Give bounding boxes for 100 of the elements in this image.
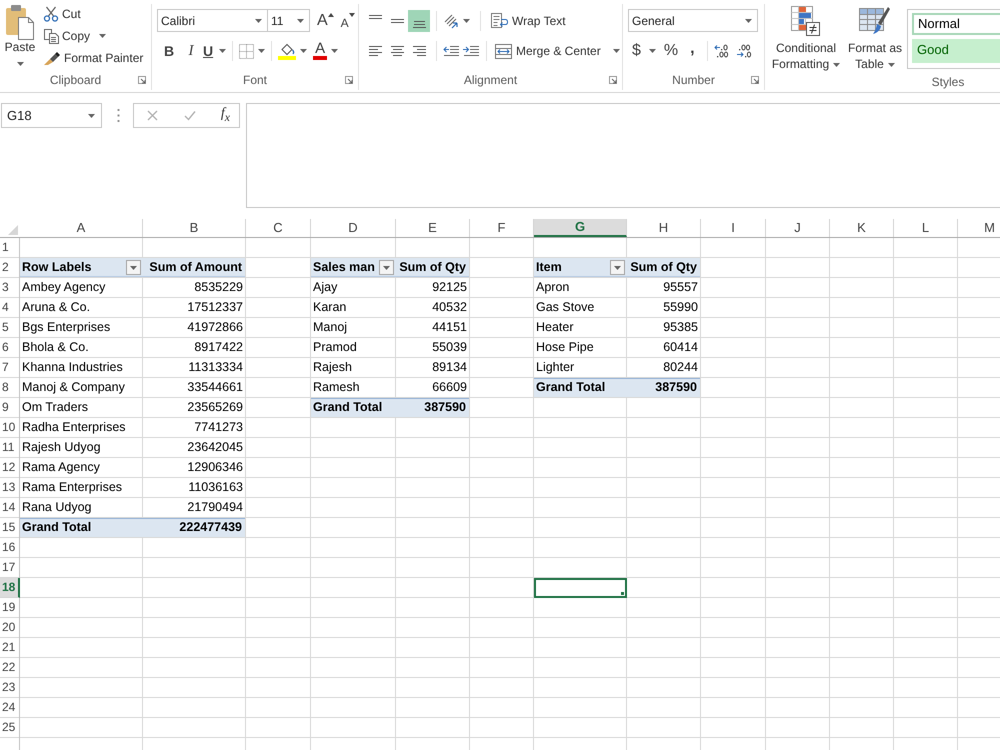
column-header[interactable]: L (894, 219, 958, 237)
formula-input-field[interactable] (246, 103, 1000, 208)
row-header[interactable]: 14 (0, 498, 20, 518)
table-cell-text: Apron (535, 279, 570, 296)
number-format-field[interactable]: General (628, 9, 758, 32)
table-cell-text: 23642045 (186, 439, 244, 456)
currency-button[interactable]: $ (632, 40, 656, 62)
row-header[interactable]: 23 (0, 678, 20, 698)
dialog-launcher-icon[interactable] (751, 76, 759, 84)
table-cell-text: Rana Udyog (21, 499, 92, 516)
font-color-button[interactable]: A (313, 40, 338, 62)
row-header[interactable]: 17 (0, 558, 20, 578)
caret-icon (745, 18, 752, 22)
column-header[interactable]: C (246, 219, 311, 237)
dialog-launcher-icon[interactable] (609, 76, 617, 84)
conditional-formatting-button[interactable]: Conditional Formatting (769, 6, 843, 72)
row-header[interactable]: 8 (0, 378, 20, 398)
table-cell-text: 12906346 (186, 459, 244, 476)
table-cell-text: Manoj (312, 319, 348, 336)
merge-center-button[interactable]: Merge & Center (493, 40, 622, 62)
header-label: Row Labels (22, 259, 92, 276)
copy-button[interactable]: Copy (43, 25, 144, 47)
shrink-font-button[interactable]: A (340, 10, 355, 32)
column-header[interactable]: E (396, 219, 470, 237)
row-header[interactable]: 13 (0, 478, 20, 498)
borders-icon[interactable] (239, 44, 254, 58)
row-header[interactable]: 1 (0, 238, 20, 258)
align-bottom-button[interactable] (408, 10, 430, 32)
caret-icon[interactable] (463, 18, 470, 22)
table-cell-text: Ambey Agency (21, 279, 106, 296)
vertical-dots-icon[interactable] (117, 109, 120, 122)
table-cell-text: 17512337 (186, 299, 244, 316)
row-header[interactable]: 6 (0, 338, 20, 358)
column-header[interactable]: A (20, 219, 143, 237)
filter-dropdown-icon[interactable] (379, 260, 394, 275)
diagonal-arrow-icon[interactable] (443, 12, 459, 28)
column-header[interactable]: G (534, 219, 627, 237)
column-header[interactable]: B (143, 219, 246, 237)
row-header[interactable]: 16 (0, 538, 20, 558)
group-label: Alignment (464, 73, 518, 87)
row-header[interactable]: 22 (0, 658, 20, 678)
insert-function-button[interactable]: f$_{x}$ (220, 106, 230, 126)
row-header[interactable]: 18 (0, 578, 20, 598)
row-header[interactable]: 10 (0, 418, 20, 438)
table-cell-text: 66609 (431, 379, 468, 396)
column-header[interactable]: I (701, 219, 766, 237)
grow-font-button[interactable]: A (317, 10, 334, 32)
row-header[interactable]: 9 (0, 398, 20, 418)
decrease-decimal-icon[interactable] (736, 44, 752, 58)
column-header[interactable]: M (958, 219, 1000, 237)
caret-icon (88, 114, 95, 118)
row-header[interactable]: 7 (0, 358, 20, 378)
row-header[interactable]: 12 (0, 458, 20, 478)
column-header[interactable]: K (830, 219, 894, 237)
dialog-launcher-icon[interactable] (138, 76, 146, 84)
name-box[interactable]: G18 (1, 103, 102, 128)
format-painter-button[interactable]: Format Painter (43, 47, 144, 69)
row-header[interactable]: 24 (0, 698, 20, 718)
bold-button[interactable]: B (159, 40, 179, 62)
italic-button[interactable]: I (181, 40, 201, 62)
align-bottom-icon (412, 20, 426, 28)
font-size-field[interactable]: 11 (267, 9, 310, 32)
row-header[interactable]: 25 (0, 718, 20, 738)
dialog-launcher-icon[interactable] (345, 76, 353, 84)
row-header[interactable]: 21 (0, 638, 20, 658)
row-header[interactable]: 4 (0, 298, 20, 318)
column-header[interactable]: H (627, 219, 701, 237)
wrap-text-button[interactable]: Wrap Text (489, 10, 568, 32)
cell-style-option[interactable]: Normal (912, 13, 1000, 35)
row-header[interactable]: 2 (0, 258, 20, 278)
increase-decimal-icon[interactable] (714, 44, 730, 58)
align-center-icon (390, 46, 404, 56)
caret-icon[interactable] (258, 49, 266, 53)
filter-dropdown-icon[interactable] (610, 260, 625, 275)
font-name-field[interactable]: Calibri (157, 9, 268, 32)
caret-icon[interactable] (300, 49, 308, 53)
merge-cells-icon (495, 44, 512, 58)
row-header[interactable]: 3 (0, 278, 20, 298)
row-header[interactable]: 19 (0, 598, 20, 618)
paste-button[interactable]: Paste (2, 2, 38, 66)
paint-bucket-icon[interactable] (278, 42, 296, 60)
row-header[interactable]: 11 (0, 438, 20, 458)
underline-button[interactable]: U (203, 40, 226, 62)
comma-style-button[interactable]: , (690, 40, 695, 62)
cut-button[interactable]: Cut (43, 3, 144, 25)
table-cell-text: 60414 (662, 339, 699, 356)
format-as-table-button[interactable]: Format as Table (845, 6, 905, 72)
row-header[interactable]: 5 (0, 318, 20, 338)
increase-indent-icon[interactable] (463, 45, 479, 57)
row-header[interactable]: 20 (0, 618, 20, 638)
table-cell-text: Radha Enterprises (21, 419, 127, 436)
cell-style-option[interactable]: Good (912, 39, 1000, 63)
fill-handle-icon[interactable] (620, 591, 625, 596)
column-header[interactable]: J (766, 219, 830, 237)
filter-dropdown-icon[interactable] (126, 260, 141, 275)
group-label: Styles (932, 75, 964, 89)
decrease-indent-icon[interactable] (443, 45, 459, 57)
percent-button[interactable]: % (664, 40, 678, 62)
row-header[interactable]: 15 (0, 518, 20, 538)
column-header[interactable]: D (311, 219, 396, 237)
